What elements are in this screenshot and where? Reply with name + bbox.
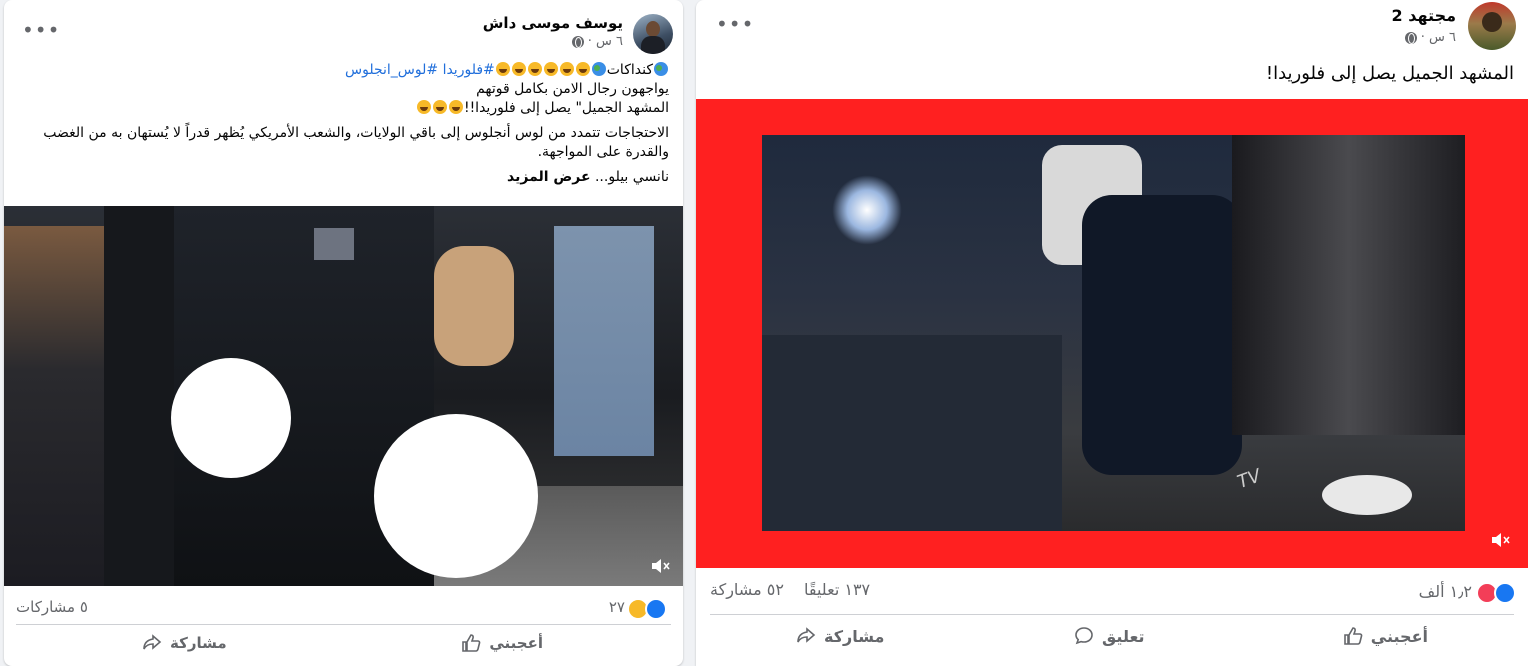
avatar[interactable]: [1468, 2, 1516, 50]
post-line-3: المشهد الجميل" يصل إلى فلوريدا!!: [19, 99, 669, 118]
smile-emoji-icon: [432, 100, 447, 114]
share-icon: [143, 634, 162, 650]
smile-emoji-icon: [527, 62, 542, 76]
hashtag-link[interactable]: #فلوريدا #لوس_انجلوس: [345, 62, 495, 78]
share-count[interactable]: ٥ مشاركات: [16, 598, 88, 616]
comment-button[interactable]: تعليق: [1074, 626, 1145, 646]
like-button[interactable]: أعجبني: [1343, 626, 1428, 646]
divider: [710, 614, 1514, 615]
share-count[interactable]: ٥٢ مشاركة: [710, 580, 784, 599]
video-jeans: [554, 226, 654, 456]
comment-count[interactable]: ١٣٧ تعليقًا: [804, 580, 870, 599]
video-arm: [434, 246, 514, 366]
post-right: ••• مجتهد 2 ٦ س · المشهد الجميل يصل إلى …: [696, 0, 1528, 666]
reaction-count[interactable]: ٢٧: [609, 598, 625, 616]
post-time-text: ٦ س ·: [587, 34, 623, 49]
post-author[interactable]: مجتهد 2: [1392, 6, 1456, 25]
post-video[interactable]: TV: [696, 99, 1528, 568]
reaction-icons[interactable]: [1476, 582, 1516, 604]
post-text: كنداكات#فلوريدا #لوس_انجلوس يواجهون رجال…: [19, 61, 669, 187]
smile-emoji-icon: [448, 100, 463, 114]
smile-emoji-icon: [543, 62, 558, 76]
smile-emoji-icon: [575, 62, 590, 76]
video-patch: [314, 228, 354, 260]
post-tail: نانسي بيلو... عرض المزيد: [507, 169, 669, 185]
reaction-count[interactable]: ١٫٢ ألف: [1419, 582, 1472, 601]
video-crowd: [1232, 135, 1465, 435]
blur-circle: [374, 414, 538, 578]
reaction-icons[interactable]: [627, 598, 667, 620]
post-author[interactable]: يوسف موسى داش: [483, 14, 623, 32]
like-icon: [1343, 627, 1363, 645]
see-more-link[interactable]: عرض المزيد: [507, 169, 590, 185]
like-label: أعجبني: [489, 634, 543, 652]
video-frame: TV: [762, 135, 1465, 531]
post-caption: المشهد الجميل يصل إلى فلوريدا!: [1265, 63, 1514, 84]
video-officer: [1082, 195, 1242, 475]
like-button[interactable]: أعجبني: [461, 633, 543, 653]
post-time[interactable]: ٦ س ·: [1404, 30, 1456, 45]
more-options-icon[interactable]: •••: [716, 14, 754, 34]
globe-emoji-icon: [591, 62, 606, 76]
share-button[interactable]: مشاركة: [796, 626, 884, 646]
share-label: مشاركة: [170, 634, 227, 652]
like-reaction-icon: [645, 598, 667, 620]
post-left: ••• يوسف موسى داش ٦ س · كنداكات#فلوريدا …: [4, 0, 683, 666]
post-line-2: يواجهون رجال الامن بكامل قوتهم: [476, 81, 669, 97]
blur-circle: [171, 358, 291, 478]
video-debris: [1322, 475, 1412, 515]
post-time[interactable]: ٦ س ·: [571, 34, 623, 49]
video-light: [832, 175, 902, 245]
comment-icon: [1075, 627, 1093, 645]
avatar[interactable]: [633, 14, 673, 54]
divider: [16, 624, 671, 625]
share-label: مشاركة: [824, 626, 885, 646]
smile-emoji-icon: [416, 100, 431, 114]
more-options-icon[interactable]: •••: [22, 20, 60, 40]
globe-icon: [571, 35, 584, 48]
mute-icon[interactable]: [650, 556, 672, 576]
video-figure: [4, 226, 104, 586]
mute-icon[interactable]: [1490, 530, 1512, 550]
share-button[interactable]: مشاركة: [142, 633, 227, 653]
video-figure: [104, 206, 184, 586]
post-time-text: ٦ س ·: [1420, 30, 1456, 45]
smile-emoji-icon: [511, 62, 526, 76]
globe-icon: [1404, 31, 1417, 44]
video-watermark: TV: [1234, 465, 1264, 494]
post-video[interactable]: [4, 206, 683, 586]
smile-emoji-icon: [559, 62, 574, 76]
globe-emoji-icon: [654, 62, 668, 76]
post-line-1: كنداكات#فلوريدا #لوس_انجلوس: [19, 61, 669, 80]
like-reaction-icon: [1494, 582, 1516, 604]
like-label: أعجبني: [1370, 626, 1428, 646]
like-icon: [462, 634, 481, 652]
comment-label: تعليق: [1102, 626, 1145, 646]
smile-emoji-icon: [495, 62, 510, 76]
post-paragraph: الاحتجاجات تتمدد من لوس أنجلوس إلى باقي …: [43, 125, 669, 160]
video-figure: [762, 335, 1062, 531]
share-icon: [797, 627, 816, 643]
